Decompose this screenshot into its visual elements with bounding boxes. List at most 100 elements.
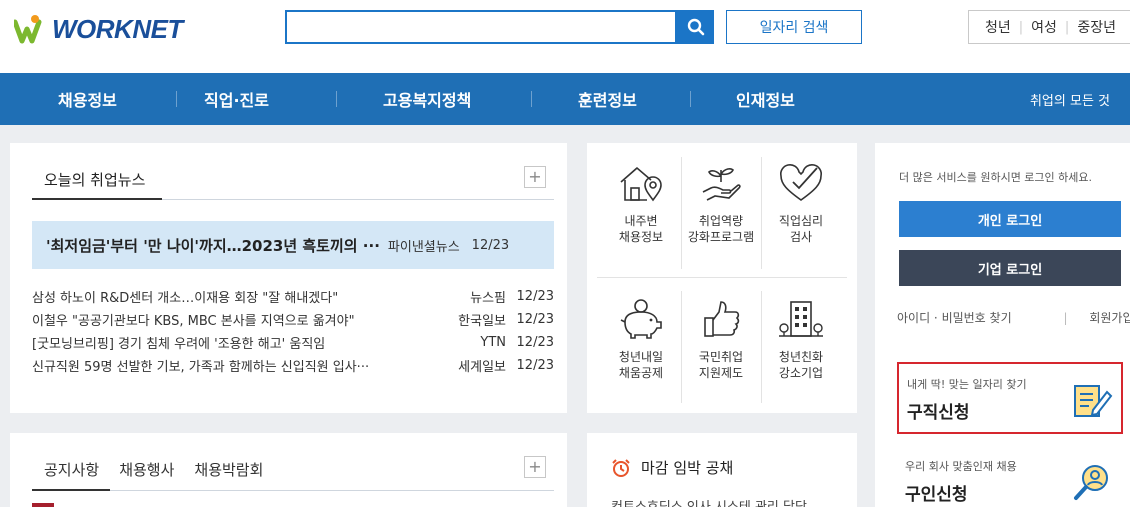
list-item[interactable]: [굿모닝브리핑] 경기 침체 우려에 '조용한 해고' 움직임 YTN 12/2… [32, 331, 554, 354]
find-account-link[interactable]: 아이디 · 비밀번호 찾기 [897, 311, 1012, 325]
headline-title: '최저임금'부터 '만 나이'까지…2023년 흑토끼의 ··· [46, 236, 380, 255]
worknet-logo[interactable]: WORKNET [14, 10, 183, 48]
notice-badge [32, 503, 54, 507]
service-label: 내주변 채용정보 [618, 214, 664, 244]
top-header: WORKNET 일자리 검색 청년 | 여성 | 중장년 [0, 0, 1130, 73]
nav-divider [336, 91, 337, 107]
service-label: 청년내일 채움공제 [618, 350, 664, 380]
nav-item-training[interactable]: 훈련정보 [578, 73, 637, 125]
company-login-button[interactable]: 기업 로그인 [899, 250, 1121, 286]
news-more-button[interactable]: + [524, 166, 546, 188]
search-field[interactable] [285, 10, 677, 44]
quick-link-youth[interactable]: 청년 [985, 17, 1011, 37]
news-item-title: 신규직원 59명 선발한 기보, 가족과 함께하는 신입직원 입사··· [32, 360, 370, 375]
news-item-date: 12/23 [516, 358, 554, 373]
deadline-item[interactable]: 컨트스호딩스 인사 시스테 관리 닫당 [611, 496, 807, 507]
active-tab-underline [32, 489, 110, 491]
news-item-source: 세계일보 [458, 360, 506, 375]
notice-more-button[interactable]: + [524, 456, 546, 478]
login-message: 더 많은 서비스를 원하시면 로그인 하세요. [899, 171, 1093, 184]
active-tab-underline [32, 198, 162, 200]
heart-check-icon [779, 163, 823, 201]
piggy-bank-icon [620, 299, 662, 339]
nav-divider [176, 91, 177, 107]
service-national-employment[interactable]: 국민취업 지원제도 [681, 295, 761, 381]
news-item-date: 12/23 [516, 335, 554, 350]
search-icon [687, 18, 704, 36]
search-button[interactable] [677, 10, 714, 44]
promo-title: 구직신청 [907, 403, 970, 423]
news-title[interactable]: 오늘의 취업뉴스 [44, 169, 145, 190]
news-item-source: 한국일보 [458, 314, 506, 329]
service-label: 직업심리 검사 [778, 214, 824, 244]
house-location-icon [620, 166, 662, 202]
alarm-clock-icon [612, 458, 630, 477]
divider: | [1063, 311, 1068, 325]
promo-title: 구인신청 [905, 485, 968, 505]
thumbs-up-icon [704, 301, 740, 337]
quick-link-women[interactable]: 여성 [1031, 17, 1057, 37]
quick-links: 청년 | 여성 | 중장년 [968, 10, 1130, 44]
news-item-source: YTN [480, 335, 506, 350]
login-panel: 더 많은 서비스를 원하시면 로그인 하세요. 개인 로그인 기업 로그인 아이… [875, 143, 1130, 507]
service-youth-savings[interactable]: 청년내일 채움공제 [601, 295, 681, 381]
deadline-panel: 마감 임박 공채 컨트스호딩스 인사 시스테 관리 닫당 [587, 433, 857, 507]
nav-divider [690, 91, 691, 107]
main-nav: 채용정보 직업·진로 고용복지정책 훈련정보 인재정보 취업의 모든 것 [0, 73, 1130, 125]
service-label: 취업역량 강화프로그램 [687, 214, 755, 244]
news-item-date: 12/23 [516, 312, 554, 327]
divider: | [1018, 19, 1024, 35]
promo-subtitle: 내게 딱! 맞는 일자리 찾기 [907, 378, 1027, 391]
nav-item-talent[interactable]: 인재정보 [736, 73, 795, 125]
promo-subtitle: 우리 회사 맞춤인재 채용 [905, 460, 1017, 473]
service-label: 국민취업 지원제도 [698, 350, 744, 380]
service-youth-friendly-company[interactable]: 청년친화 강소기업 [761, 295, 841, 381]
hand-sprout-icon [702, 168, 741, 201]
tab-notices[interactable]: 공지사항 [44, 459, 99, 480]
headline-source: 파이낸셜뉴스 [387, 239, 460, 255]
list-item[interactable]: 삼성 하노이 R&D센터 개소…이재용 회장 "잘 해내겠다" 뉴스핌 12/2… [32, 285, 554, 308]
services-panel: 내주변 채용정보 취업역량 강화프로그램 직업심리 검사 청년내일 채움공제 국… [587, 143, 857, 413]
nav-divider [531, 91, 532, 107]
search-input[interactable] [287, 12, 675, 42]
hiring-banner[interactable]: 우리 회사 맞춤인재 채용 구인신청 [897, 446, 1123, 507]
list-item[interactable]: 신규직원 59명 선발한 기보, 가족과 함께하는 신입직원 입사··· 세계일… [32, 354, 554, 377]
building-icon [779, 301, 823, 337]
magnifier-person-icon [1074, 465, 1108, 500]
news-item-source: 뉴스핌 [470, 291, 506, 306]
service-label: 청년친화 강소기업 [778, 350, 824, 380]
nav-all-about-jobs[interactable]: 취업의 모든 것 [1030, 73, 1110, 125]
notice-panel: 공지사항 채용행사 채용박람회 + [10, 433, 567, 507]
news-item-title: 이철우 "공공기관보다 KBS, MBC 본사를 지역으로 옮겨야" [32, 314, 355, 329]
news-item-title: [굿모닝브리핑] 경기 침체 우려에 '조용한 해고' 움직임 [32, 337, 326, 352]
list-item[interactable]: 이철우 "공공기관보다 KBS, MBC 본사를 지역으로 옮겨야" 한국일보 … [32, 308, 554, 331]
notice-tabs: 공지사항 채용행사 채용박람회 [44, 459, 283, 480]
news-list: 삼성 하노이 R&D센터 개소…이재용 회장 "잘 해내겠다" 뉴스핌 12/2… [32, 285, 554, 377]
divider [597, 277, 847, 278]
nav-item-career[interactable]: 직업·진로 [204, 73, 269, 125]
headline-date: 12/23 [471, 237, 510, 253]
quick-link-middle-aged[interactable]: 중장년 [1077, 17, 1116, 37]
service-psych-test[interactable]: 직업심리 검사 [761, 159, 841, 245]
headline-news[interactable]: '최저임금'부터 '만 나이'까지…2023년 흑토끼의 ··· 파이낸셜뉴스 … [32, 221, 554, 269]
logo-w-icon [14, 15, 42, 44]
news-panel: 오늘의 취업뉴스 + '최저임금'부터 '만 나이'까지…2023년 흑토끼의 … [10, 143, 567, 413]
login-links: 아이디 · 비밀번호 찾기 | 회원가입 [897, 309, 1130, 326]
logo-text: WORKNET [52, 13, 183, 44]
tab-hiring-events[interactable]: 채용행사 [119, 459, 174, 480]
signup-link[interactable]: 회원가입 [1089, 311, 1130, 325]
nav-item-jobs[interactable]: 채용정보 [58, 73, 117, 125]
divider: | [1064, 19, 1070, 35]
service-employment-program[interactable]: 취업역량 강화프로그램 [681, 159, 761, 245]
tab-job-fairs[interactable]: 채용박람회 [194, 459, 263, 480]
nav-item-welfare-policy[interactable]: 고용복지정책 [383, 73, 471, 125]
personal-login-button[interactable]: 개인 로그인 [899, 201, 1121, 237]
document-pen-icon [1074, 385, 1113, 417]
divider [32, 490, 554, 491]
job-application-banner[interactable]: 내게 딱! 맞는 일자리 찾기 구직신청 [897, 362, 1123, 434]
service-nearby-jobs[interactable]: 내주변 채용정보 [601, 159, 681, 245]
job-search-button[interactable]: 일자리 검색 [726, 10, 862, 44]
news-item-title: 삼성 하노이 R&D센터 개소…이재용 회장 "잘 해내겠다" [32, 291, 339, 306]
news-item-date: 12/23 [516, 289, 554, 304]
deadline-title[interactable]: 마감 임박 공채 [611, 457, 733, 478]
